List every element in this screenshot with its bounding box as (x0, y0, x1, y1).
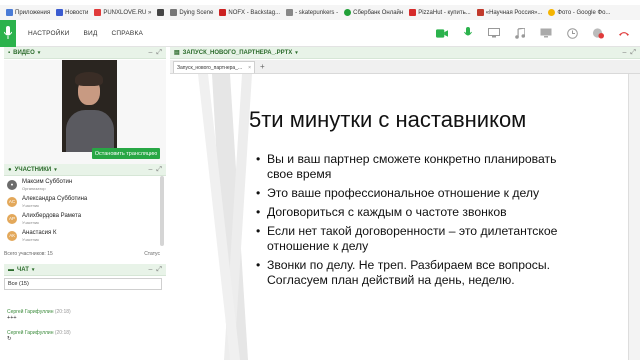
chevron-down-icon[interactable]: ▾ (38, 50, 41, 56)
participants-list: ● Максим Субботин Организатор АС Александ… (4, 176, 166, 244)
document-tab[interactable]: Запуск_нового_партнера_... × (173, 61, 255, 73)
webcam-person-body (66, 110, 114, 152)
punxlove-icon (94, 9, 102, 16)
chat-message: Сергей Гарифуллин (20:18) +++ (7, 309, 71, 321)
slide-bullet: Вы и ваш партнер сможете конкретно плани… (256, 152, 566, 182)
slide-bullet: Это ваше профессиональное отношение к де… (256, 186, 566, 201)
bookmark-item[interactable]: PizzaHut - купить... (409, 9, 471, 16)
video-icon: ▪ (8, 49, 11, 56)
presentation-slide: 5ти минутки с наставником Вы и ваш партн… (170, 74, 628, 360)
apps-icon (6, 9, 13, 16)
participant-row[interactable]: АР Алихбердова Рамета Участник (4, 210, 166, 227)
pizzahut-icon (409, 9, 417, 16)
chat-icon: ▬ (8, 266, 14, 273)
bookmark-item[interactable]: Приложения (6, 9, 50, 16)
participant-row[interactable]: ● Максим Субботин Организатор (4, 176, 166, 193)
app-toolbar: НАСТРОЙКИ ВИД СПРАВКА (0, 19, 640, 47)
slide-title: 5ти минутки с наставником (249, 107, 527, 132)
dyingscene-icon (170, 9, 178, 16)
menu-view[interactable]: ВИД (84, 30, 98, 37)
stop-broadcast-button[interactable]: Остановить трансляцию (92, 148, 160, 159)
sberbank-icon (344, 9, 352, 16)
avatar: АК (7, 230, 17, 241)
notification-icon[interactable] (592, 27, 604, 39)
slide-bullet: Если нет такой договоренности – это диле… (256, 224, 566, 254)
close-icon[interactable]: × (248, 65, 251, 71)
participants-footer: Всего участников: 15 Статус (4, 251, 160, 257)
leave-icon[interactable] (618, 27, 630, 39)
bookmark-item[interactable]: Фото - Google Фо... (548, 9, 610, 16)
avatar: АР (7, 213, 17, 224)
webcam-video (62, 60, 117, 152)
app-logo-icon (0, 19, 16, 47)
bookmark-item[interactable]: «Научная Россия»... (476, 9, 542, 16)
status-dropdown[interactable]: Статус (144, 251, 160, 257)
participants-panel-header: ● УЧАСТНИКИ ▾ – ⤢ (4, 164, 166, 176)
google-photos-icon (548, 9, 556, 16)
bookmark-item[interactable]: Dying Scene (170, 9, 213, 16)
chevron-down-icon[interactable]: ▾ (54, 167, 57, 173)
participants-scrollbar[interactable] (160, 176, 164, 246)
minimize-icon[interactable]: – (148, 266, 152, 274)
avatar: ● (7, 179, 17, 190)
video-panel-header: ▪ ВИДЕО ▾ – ⤢ (4, 47, 166, 59)
chevron-down-icon[interactable]: ▾ (32, 267, 35, 273)
main-menu: НАСТРОЙКИ ВИД СПРАВКА (28, 30, 143, 37)
bookmark-item[interactable] (157, 9, 165, 16)
document-scrollbar[interactable] (628, 74, 640, 360)
bookmark-icon (157, 9, 165, 16)
document-panel-header: ▤ ЗАПУСК_НОВОГО_ПАРТНЕРА_.PPTX ▾ – ⤢ (170, 47, 640, 59)
bookmark-item[interactable]: Сбербанк Онлайн (344, 9, 403, 16)
slide-bullet: Звонки по делу. Не треп. Разбираем все в… (256, 258, 566, 288)
participant-row[interactable]: АК Анастасия К Участник (4, 227, 166, 244)
chat-recipient-select[interactable]: Все (15) (4, 278, 162, 290)
document-icon: ▤ (174, 50, 180, 56)
minimize-icon[interactable]: – (148, 49, 152, 57)
document-tabs: Запуск_нового_партнера_... × + (170, 60, 640, 74)
bookmark-item[interactable]: NOFX - Backstag... (219, 9, 280, 16)
expand-icon[interactable]: ⤢ (156, 166, 162, 174)
slide-bullets: Вы и ваш партнер сможете конкретно плани… (256, 152, 566, 292)
clock-icon[interactable] (566, 27, 578, 39)
microphone-icon[interactable] (462, 27, 474, 39)
chat-panel-header: ▬ ЧАТ ▾ – ⤢ (4, 264, 166, 276)
chevron-down-icon[interactable]: ▾ (295, 50, 298, 56)
participants-icon: ● (8, 166, 12, 173)
bookmark-item[interactable]: PUNXLOVE.RU » (94, 9, 151, 16)
slide-bullet: Договориться с каждым о частоте звонков (256, 205, 566, 220)
screen-share-icon[interactable] (488, 27, 500, 39)
add-tab-icon[interactable]: + (260, 62, 265, 71)
expand-icon[interactable]: ⤢ (156, 49, 162, 57)
webcam-person-hair (75, 72, 103, 86)
naukarossia-icon (476, 9, 484, 16)
bookmark-item[interactable]: Новости (56, 9, 88, 16)
document-viewer: 5ти минутки с наставником Вы и ваш партн… (170, 74, 640, 360)
participant-row[interactable]: АС Александра Субботина Участник (4, 193, 166, 210)
minimize-icon[interactable]: – (148, 166, 152, 174)
expand-icon[interactable]: ⤢ (630, 49, 636, 57)
chat-message: Сергей Гарифуллин (20:18) ↻ (7, 330, 71, 342)
bookmark-item[interactable]: - skatepunkers - (286, 9, 338, 16)
monitor-icon[interactable] (540, 27, 552, 39)
menu-help[interactable]: СПРАВКА (112, 30, 143, 37)
expand-icon[interactable]: ⤢ (156, 266, 162, 274)
nofx-icon (219, 9, 227, 16)
minimize-icon[interactable]: – (622, 49, 626, 57)
news-icon (56, 9, 64, 16)
music-icon[interactable] (514, 27, 526, 39)
avatar: АС (7, 196, 17, 207)
skatepunkers-icon (286, 9, 294, 16)
camera-icon[interactable] (436, 27, 448, 39)
bookmarks-bar: Приложения Новости PUNXLOVE.RU » Dying S… (0, 5, 640, 20)
menu-settings[interactable]: НАСТРОЙКИ (28, 30, 70, 37)
toolbar-tools (436, 27, 630, 39)
